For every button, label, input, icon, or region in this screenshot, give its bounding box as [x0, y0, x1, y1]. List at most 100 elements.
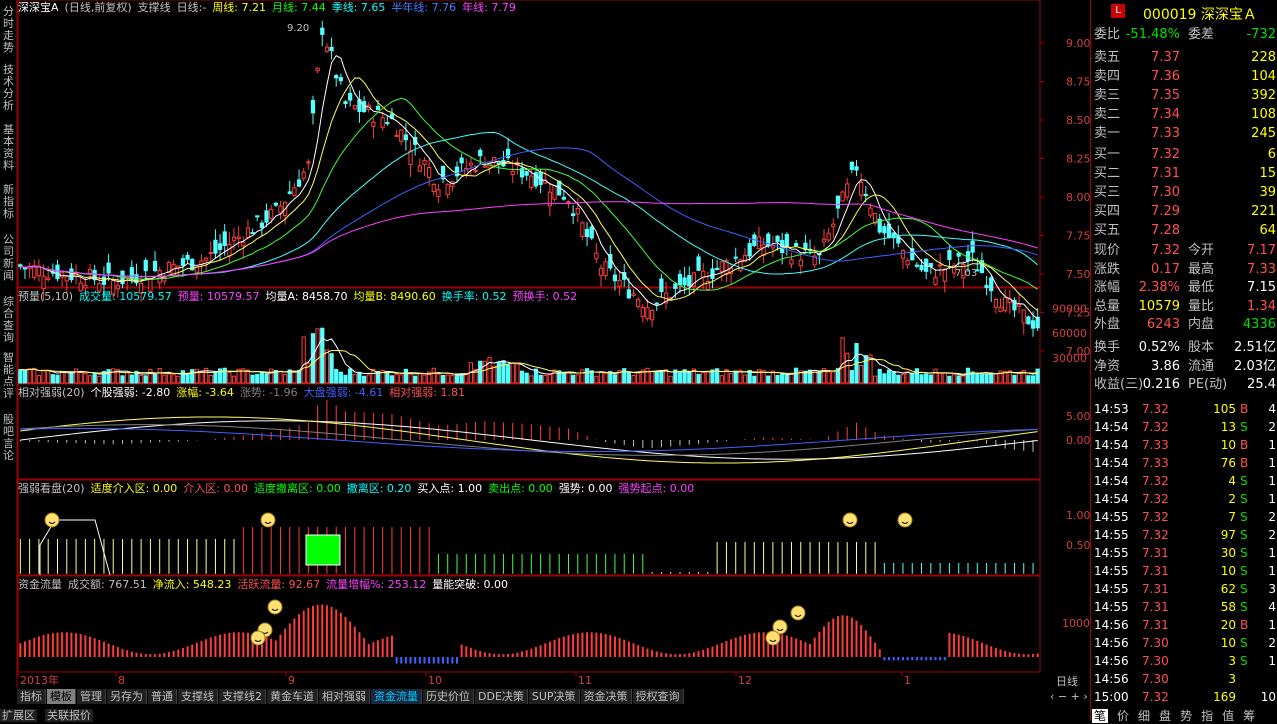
candle-body — [845, 183, 850, 198]
bottom-tab[interactable]: SUP决策 — [528, 689, 580, 704]
volume-bar — [87, 375, 93, 384]
tick-side: B — [1240, 402, 1249, 416]
volume-bar — [180, 370, 186, 384]
smiley-icon — [267, 599, 283, 615]
candle-body — [696, 256, 701, 271]
ss-bars — [19, 527, 1034, 574]
bottom-tab[interactable]: 另存为 — [107, 689, 147, 704]
side-tab[interactable]: 基本资料 — [0, 124, 17, 172]
bottom-tab[interactable]: 授权查询 — [632, 689, 684, 704]
bottom-tab[interactable]: 指标 — [17, 689, 46, 704]
label: 买一 — [1094, 147, 1121, 162]
candle-body — [682, 277, 687, 286]
volume-bar — [780, 374, 785, 384]
tick-side: B — [1240, 456, 1249, 470]
candle-body — [840, 191, 845, 202]
value: 7.36 — [1151, 69, 1180, 84]
bottom-tab[interactable]: DDE决策 — [475, 689, 528, 704]
side-tab[interactable]: 股吧言论 — [0, 414, 17, 462]
side-tab[interactable]: 技术分析 — [0, 64, 17, 112]
volume-bar — [872, 375, 878, 384]
mf-legend-item: 量能突破: 0.00 — [432, 578, 508, 591]
volume-bar — [148, 369, 153, 384]
candle-body — [431, 183, 436, 192]
candle-body — [459, 157, 464, 164]
candle-body — [510, 170, 515, 176]
volume-bar — [32, 367, 37, 384]
volume-bar — [97, 375, 102, 384]
value: 7.32 — [1151, 243, 1180, 258]
candle-body — [640, 306, 645, 318]
bottom-tab[interactable]: 相对强弱 — [319, 689, 370, 704]
volume-bar — [687, 371, 692, 384]
bottom-tab[interactable]: 资金流量 — [371, 689, 422, 704]
tick-price: 7.30 — [1142, 636, 1169, 650]
value: 7.28 — [1151, 223, 1180, 238]
candle-body — [798, 259, 803, 267]
stock-name: 深深宝Ａ — [1200, 7, 1257, 23]
ss-box — [305, 534, 341, 566]
volume-bar — [408, 373, 413, 384]
volume-bar — [859, 364, 864, 384]
candle-body — [1030, 320, 1036, 329]
volume-bar — [73, 368, 79, 384]
bottom-tab[interactable]: 黄金车道 — [267, 689, 318, 704]
tick-row: 14:55 7.32 7 S 2 — [1094, 508, 1276, 526]
volume-bar — [120, 375, 125, 384]
volume-bar — [668, 375, 673, 384]
tick-side: S — [1240, 510, 1248, 524]
volume-bar — [41, 369, 46, 384]
tick-volume: 30 — [1220, 546, 1236, 560]
price-axis-label: 8.00 — [1066, 191, 1090, 204]
bottom-tab[interactable]: 支撑线2 — [219, 689, 266, 704]
side-tab[interactable]: 公司新闻 — [0, 234, 17, 282]
candle-body — [826, 232, 831, 241]
bottom-tab[interactable]: 资金决策 — [580, 689, 632, 704]
tick-row: 14:54 7.32 13 S 2 — [1094, 418, 1276, 436]
volume-bar — [366, 374, 371, 384]
tick-price: 7.30 — [1142, 654, 1169, 668]
volume-legend-item: 均量A: 8458.70 — [265, 290, 348, 303]
candle-body — [636, 299, 641, 308]
price-legend-item: 周线: 7.21 — [212, 1, 267, 14]
candle-body — [213, 239, 218, 254]
bottom-tab[interactable]: 历史价位 — [423, 689, 474, 704]
volume-bar — [566, 371, 571, 384]
volume-bar — [947, 375, 952, 384]
ext-tab[interactable]: 扩展区 — [0, 709, 37, 722]
ext-tab[interactable]: 关联报价 — [45, 709, 93, 722]
volume-bar — [589, 370, 594, 384]
candle-body — [231, 236, 237, 241]
label: 内盘 — [1188, 317, 1215, 332]
volume-bar — [571, 374, 576, 384]
side-tab[interactable]: 分时走势 — [0, 6, 17, 54]
candle-body — [371, 121, 376, 127]
tick-time: 14:55 — [1094, 600, 1129, 614]
volume-bar — [515, 363, 520, 384]
volume-bar — [951, 374, 957, 384]
indicator-tab-bar: 指标 模板 管理 另存为 普通 支撑线 支撑线2 黄金车道 相对强弱 资金流量 历史价位 DDE决策 S… — [17, 689, 1087, 705]
tick-volume: 20 — [1220, 618, 1236, 632]
label: 涨幅 — [1094, 280, 1121, 295]
candle-body — [301, 171, 306, 179]
candle-body — [989, 277, 994, 292]
bottom-tab[interactable]: 支撑线 — [178, 689, 218, 704]
smiley-icon — [250, 630, 266, 646]
tick-count: 1 — [1268, 618, 1276, 632]
bottom-tab[interactable]: 管理 — [77, 689, 106, 704]
candle-body — [1003, 297, 1008, 311]
side-tab[interactable]: 智能点评 — [0, 352, 17, 400]
volume-bar — [454, 374, 460, 384]
volume-bar — [334, 368, 339, 384]
volume-axis-label: 60000 — [1052, 327, 1087, 340]
side-tab[interactable]: 综合查询 — [0, 296, 17, 344]
volume-bar — [78, 371, 83, 384]
candle-body — [835, 195, 841, 209]
zoom-controls[interactable]: ‹ − + › — [1050, 690, 1088, 703]
volume-bar — [603, 372, 608, 384]
bottom-tab[interactable]: 模板 — [47, 689, 76, 704]
candle-body — [789, 259, 794, 265]
bottom-tab[interactable]: 普通 — [148, 689, 177, 704]
side-tab[interactable]: 新指标 — [0, 184, 17, 220]
candle-body — [315, 67, 320, 72]
